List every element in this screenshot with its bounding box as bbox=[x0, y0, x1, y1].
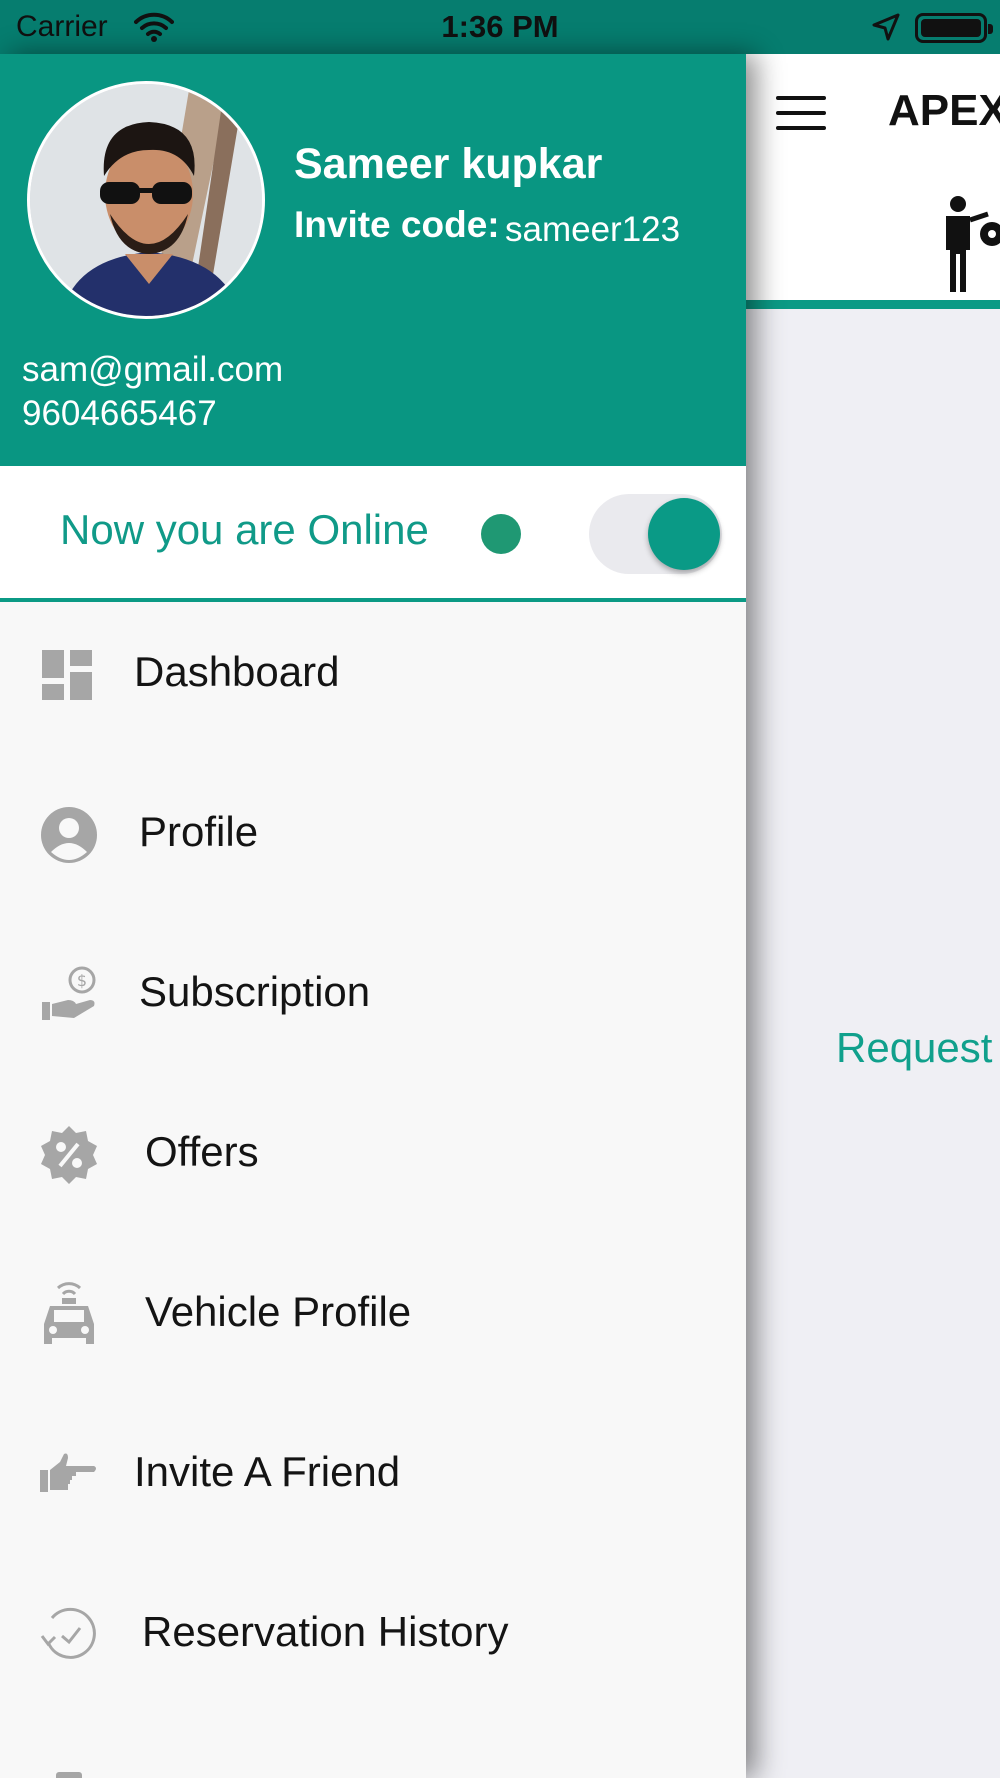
navigation-drawer: Sameer kupkar Invite code: sameer123 sam… bbox=[0, 54, 746, 1778]
online-status-row: Now you are Online bbox=[0, 466, 746, 602]
person-with-car-icon bbox=[942, 194, 1000, 299]
menu-item-vehicle-profile[interactable]: Vehicle Profile bbox=[0, 1242, 746, 1382]
user-phone: 9604665467 bbox=[22, 394, 217, 433]
account-circle-icon bbox=[38, 804, 100, 866]
menu-label-dashboard: Dashboard bbox=[134, 648, 340, 695]
menu-label-profile: Profile bbox=[139, 808, 259, 855]
taxi-car-icon bbox=[38, 1278, 100, 1348]
invite-code-label: Invite code: bbox=[294, 204, 500, 245]
location-arrow-icon bbox=[872, 13, 900, 46]
status-time: 1:36 PM bbox=[441, 9, 559, 44]
menu-label-offers: Offers bbox=[145, 1128, 259, 1175]
online-toggle-knob bbox=[648, 498, 720, 570]
online-status-text: Now you are Online bbox=[60, 506, 429, 553]
menu-label-reservation-history: Reservation History bbox=[142, 1608, 509, 1655]
pointing-hand-icon bbox=[38, 1444, 100, 1506]
battery-full-icon bbox=[915, 13, 993, 43]
drawer-header: Sameer kupkar Invite code: sameer123 sam… bbox=[0, 54, 746, 466]
user-name: Sameer kupkar bbox=[294, 140, 603, 188]
user-email: sam@gmail.com bbox=[22, 350, 284, 389]
invite-code-value: sameer123 bbox=[505, 210, 681, 249]
partial-menu-icon bbox=[38, 1764, 100, 1778]
menu-item-dashboard[interactable]: Dashboard bbox=[0, 602, 746, 742]
menu-label-invite-friend: Invite A Friend bbox=[134, 1448, 401, 1495]
menu-item-profile[interactable]: Profile bbox=[0, 762, 746, 902]
online-toggle[interactable] bbox=[589, 494, 722, 574]
menu-item-invite-friend[interactable]: Invite A Friend bbox=[0, 1402, 746, 1542]
menu-item-offers[interactable]: Offers bbox=[0, 1082, 746, 1222]
menu-item-subscription[interactable]: $ Subscription bbox=[0, 922, 746, 1062]
menu-label-subscription: Subscription bbox=[139, 968, 371, 1015]
discount-badge-icon bbox=[38, 1124, 100, 1186]
dashboard-icon bbox=[38, 644, 100, 706]
online-status-dot bbox=[481, 514, 521, 554]
menu-label-vehicle-profile: Vehicle Profile bbox=[145, 1288, 412, 1335]
menu-item-partial[interactable] bbox=[0, 1722, 746, 1778]
main-screen: APEX Request bbox=[746, 54, 1000, 1778]
menu-item-reservation-history[interactable]: Reservation History bbox=[0, 1562, 746, 1702]
hand-dollar-icon: $ bbox=[38, 964, 100, 1026]
svg-text:$: $ bbox=[77, 971, 87, 990]
request-text[interactable]: Request bbox=[836, 1024, 992, 1072]
main-top-bar: APEX bbox=[746, 54, 1000, 309]
history-clock-icon bbox=[38, 1604, 100, 1666]
app-title: APEX bbox=[888, 86, 1000, 135]
avatar[interactable] bbox=[27, 81, 265, 319]
status-bar: Carrier 1:36 PM bbox=[0, 0, 1000, 54]
hamburger-menu-icon[interactable] bbox=[776, 94, 826, 134]
